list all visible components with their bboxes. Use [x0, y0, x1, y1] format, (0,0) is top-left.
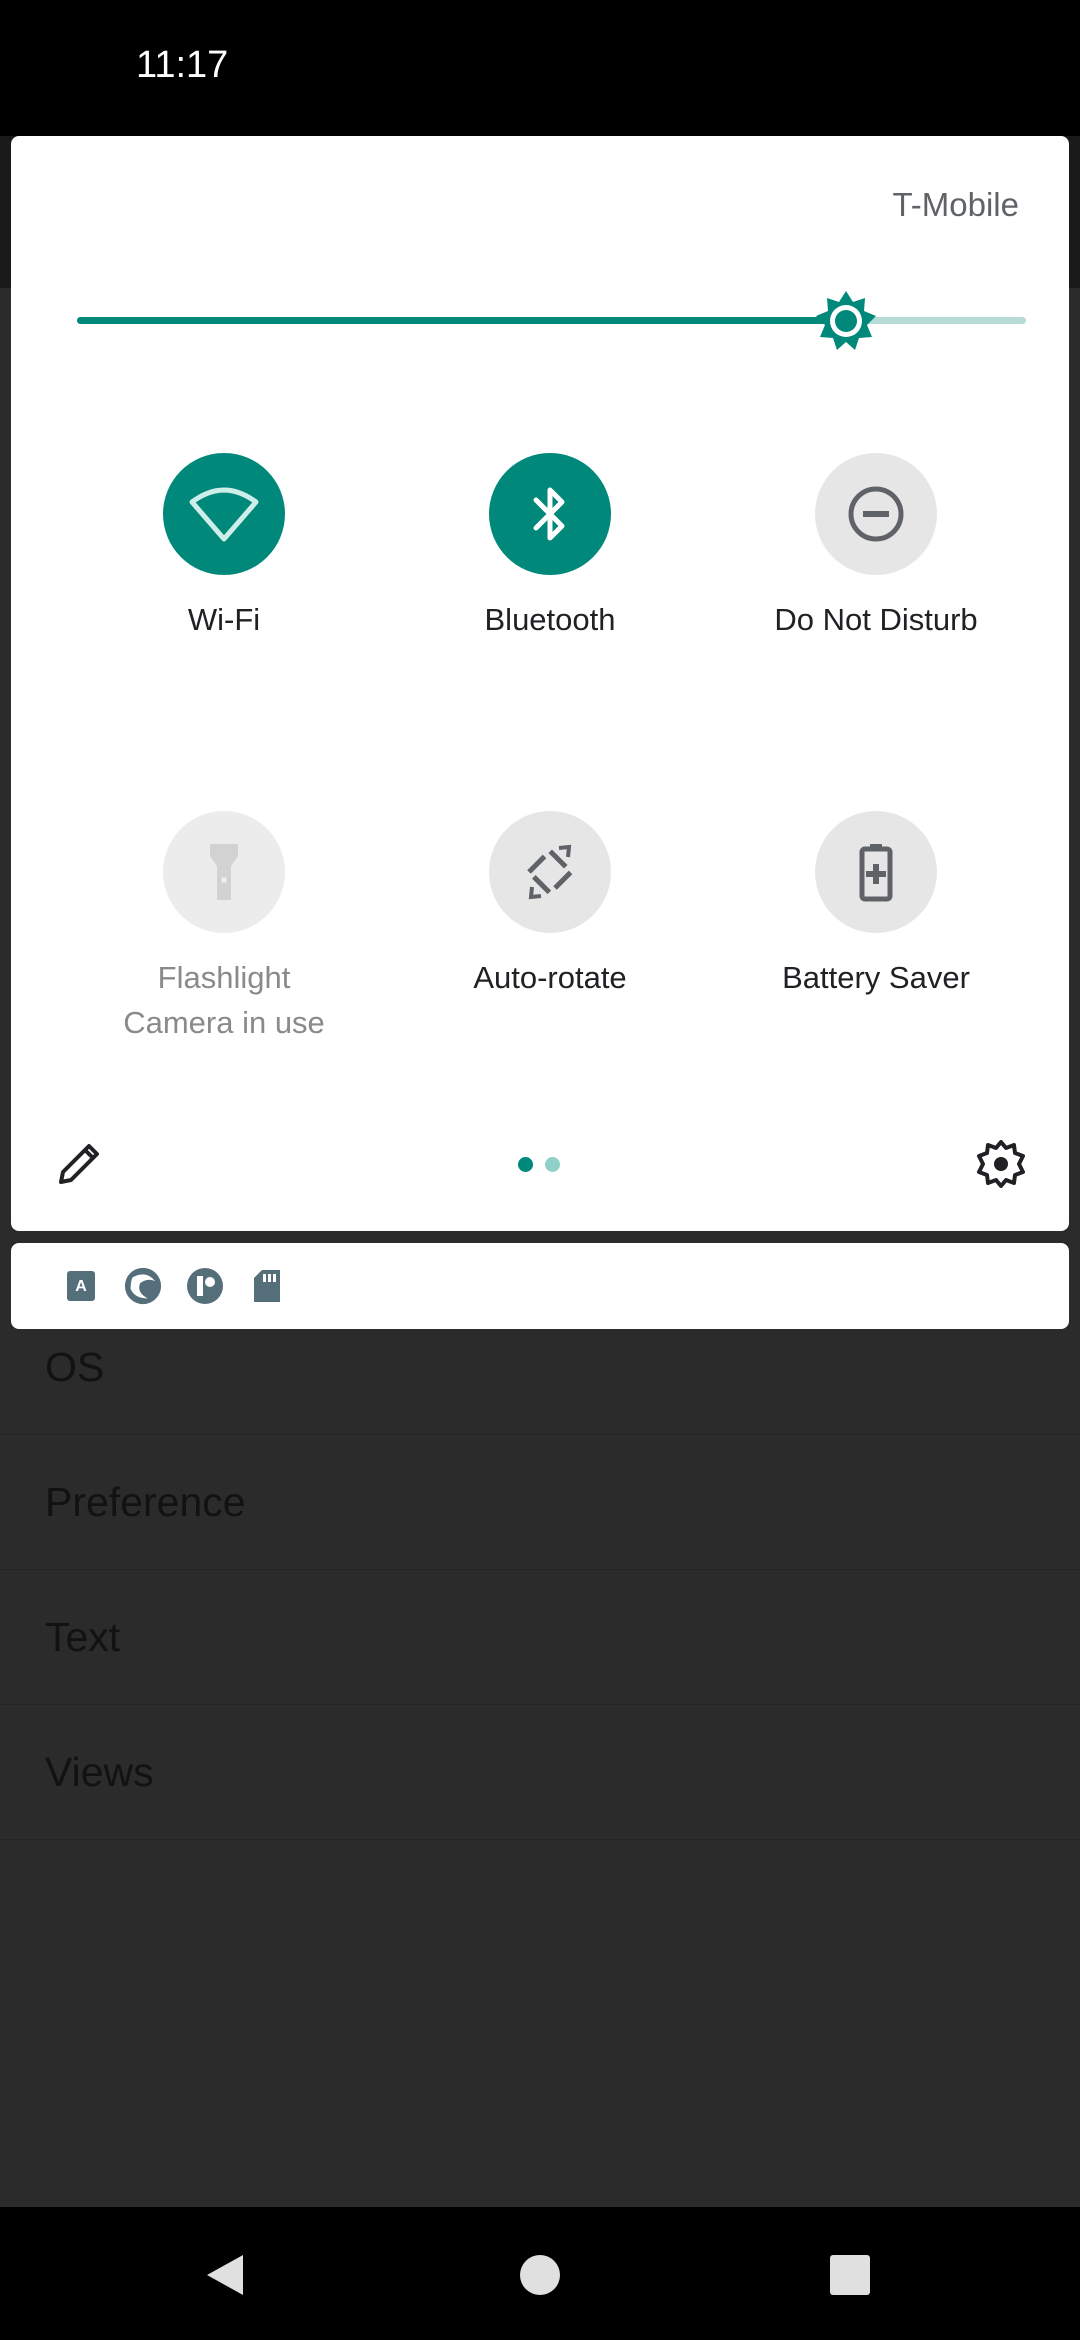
- brightness-thumb[interactable]: [814, 289, 878, 353]
- tile-battery-saver-toggle[interactable]: [815, 811, 937, 933]
- navigation-bar: [0, 2207, 1080, 2340]
- tile-do-not-disturb-toggle[interactable]: [815, 453, 937, 575]
- brightness-icon: [816, 291, 876, 350]
- list-item[interactable]: Preference: [0, 1435, 1080, 1570]
- status-bar: 11:17: [0, 0, 1080, 136]
- tile-bluetooth[interactable]: Bluetooth: [374, 453, 726, 642]
- tile-sublabel: Camera in use: [123, 1005, 325, 1040]
- tile-wifi[interactable]: Wi-Fi: [48, 453, 400, 642]
- gear-icon[interactable]: [973, 1136, 1029, 1192]
- tile-auto-rotate-toggle[interactable]: [489, 811, 611, 933]
- brightness-slider[interactable]: [66, 291, 1026, 350]
- sd-card-icon: [247, 1266, 287, 1306]
- notification-icons-row[interactable]: A: [11, 1243, 1069, 1329]
- tile-label: Battery Saver: [782, 960, 970, 995]
- tile-label: Do Not Disturb: [774, 602, 978, 637]
- tile-wifi-toggle[interactable]: [163, 453, 285, 575]
- tile-label: Bluetooth: [484, 602, 616, 637]
- flashlight-icon: [210, 844, 238, 900]
- svg-text:A: A: [75, 1278, 87, 1295]
- home-icon[interactable]: [510, 2245, 570, 2305]
- list-item[interactable]: Views: [0, 1705, 1080, 1840]
- back-icon[interactable]: [195, 2245, 255, 2305]
- page-dot-active: [518, 1157, 533, 1172]
- do-not-disturb-icon: [848, 486, 904, 542]
- list-item-label: Preference: [45, 1478, 246, 1525]
- tile-battery-saver[interactable]: Battery Saver: [700, 811, 1052, 1000]
- bluetooth-icon: [533, 487, 565, 541]
- status-time: 11:17: [136, 44, 229, 86]
- tile-auto-rotate[interactable]: Auto-rotate: [374, 811, 726, 1000]
- background-list: OS Preference Text Views: [0, 1300, 1080, 1840]
- quick-settings-panel: T-Mobile Wi-Fi Bluetooth Do Not Disturb …: [11, 136, 1069, 1231]
- text-app-icon: A: [61, 1266, 101, 1306]
- page-indicator: [518, 1157, 560, 1172]
- browser-icon: [123, 1266, 163, 1306]
- tile-bluetooth-toggle[interactable]: [489, 453, 611, 575]
- recents-icon[interactable]: [820, 2245, 880, 2305]
- wifi-icon: [189, 487, 259, 542]
- tile-label: Flashlight: [157, 960, 291, 995]
- list-item-label: Views: [45, 1748, 154, 1795]
- tile-flashlight-toggle[interactable]: [163, 811, 285, 933]
- tile-flashlight[interactable]: Flashlight Camera in use: [48, 811, 400, 1045]
- app-icon: [185, 1266, 225, 1306]
- pencil-icon[interactable]: [51, 1136, 107, 1192]
- carrier-label: T-Mobile: [892, 186, 1019, 223]
- list-item-label: OS: [45, 1343, 105, 1390]
- tile-label: Auto-rotate: [473, 960, 627, 995]
- list-item[interactable]: Text: [0, 1570, 1080, 1705]
- slider-fill: [77, 317, 846, 324]
- list-item-label: Text: [45, 1613, 121, 1660]
- page-dot[interactable]: [545, 1157, 560, 1172]
- auto-rotate-icon: [525, 844, 575, 900]
- tile-label: Wi-Fi: [187, 602, 261, 637]
- battery-saver-icon: [859, 844, 893, 902]
- tile-do-not-disturb[interactable]: Do Not Disturb: [700, 453, 1052, 642]
